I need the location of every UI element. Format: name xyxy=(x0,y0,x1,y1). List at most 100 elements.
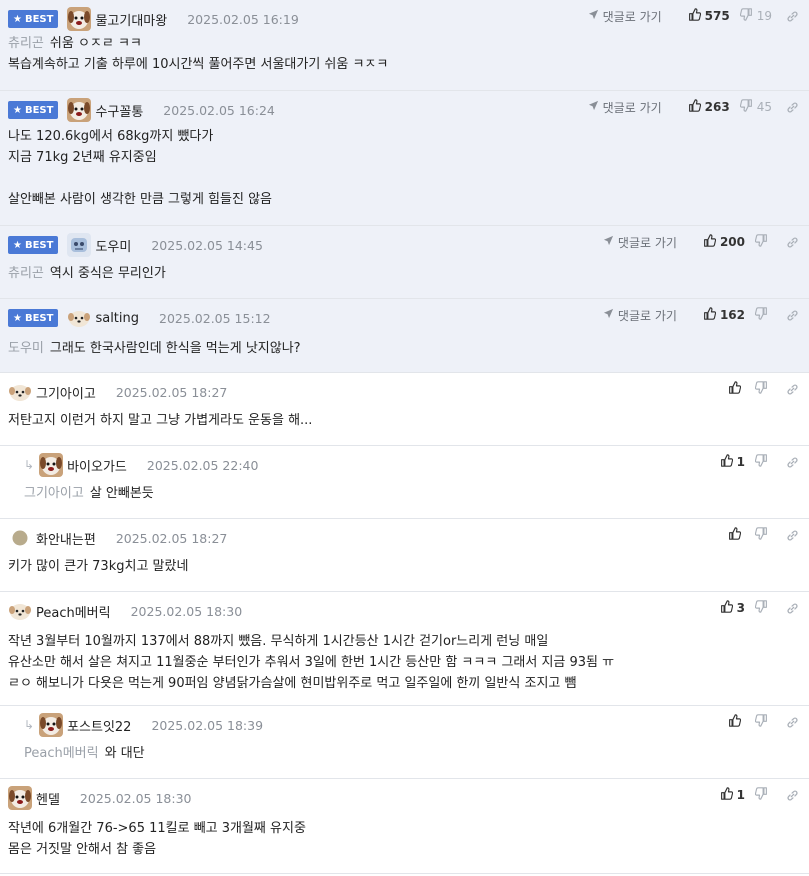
author-nickname[interactable]: 화안내는편 xyxy=(36,529,96,548)
comment-line: 몸은 거짓말 안해서 참 좋음 xyxy=(8,839,306,860)
comment-time: 2025.02.05 16:19 xyxy=(187,11,299,27)
downvote-button[interactable]: 19 xyxy=(739,8,772,24)
comment-line: 도우미 그래도 한국사람인데 한식을 먹는게 낫지않나? xyxy=(8,338,301,359)
reply-arrow-icon: ↳ xyxy=(24,458,35,472)
comment-text: 작년 3월부터 10월까지 137에서 88까지 뺐음. 무식하게 1시간등산 … xyxy=(8,634,549,649)
avatar[interactable] xyxy=(67,7,92,31)
comment-header: ★ BEST 도우미 2025.02.05 14:45 xyxy=(8,233,263,257)
thumbs-down-icon xyxy=(754,787,772,803)
comment-body: 나도 120.6kg에서 68kg까지 뺐다가 지금 71kg 2년째 유지중임 살… xyxy=(8,126,272,210)
upvote-button[interactable]: 3 xyxy=(720,600,745,616)
go-to-reply-label: 댓글로 가기 xyxy=(617,308,677,323)
author-nickname[interactable]: 물고기대마왕 xyxy=(95,10,167,29)
downvote-button[interactable] xyxy=(754,527,772,543)
link-icon[interactable] xyxy=(786,383,799,396)
link-icon[interactable] xyxy=(786,10,799,23)
comment-actions: 댓글로 가기 575 19 xyxy=(588,7,799,25)
thumbs-up-icon xyxy=(720,600,737,616)
author-nickname[interactable]: 포스트잇22 xyxy=(67,716,131,735)
upvote-button[interactable]: 200 xyxy=(703,234,745,250)
mention-nickname[interactable]: 그기아이고 xyxy=(24,486,84,501)
best-comment: ★ BEST 물고기대마왕 2025.02.05 16:19 댓글로 가기 575 19 츄리… xyxy=(0,0,809,91)
comment-time: 2025.02.05 14:45 xyxy=(151,237,263,253)
upvote-button[interactable]: 1 xyxy=(720,454,745,470)
comment-header: ★ BEST salting 2025.02.05 15:12 xyxy=(8,306,271,330)
link-icon[interactable] xyxy=(786,309,799,322)
author-nickname[interactable]: 바이오가드 xyxy=(67,456,127,475)
comment-line: ㄹㅇ 해보니가 다욧은 먹는게 90퍼임 양념닭가슴살에 현미밥위주로 먹고 일… xyxy=(8,673,614,694)
thumbs-down-icon xyxy=(754,234,772,250)
star-icon: ★ xyxy=(13,104,22,116)
upvote-button[interactable]: 263 xyxy=(688,99,730,115)
downvote-button[interactable] xyxy=(754,307,772,323)
author-nickname[interactable]: 그기아이고 xyxy=(36,383,96,402)
comment-text: 역시 중식은 무리인가 xyxy=(49,266,166,281)
author-nickname[interactable]: salting xyxy=(95,311,139,326)
avatar[interactable] xyxy=(67,233,92,257)
avatar[interactable] xyxy=(8,786,32,810)
upvote-button[interactable] xyxy=(728,527,745,543)
comment-text: 몸은 거짓말 안해서 참 좋음 xyxy=(8,842,157,857)
link-icon[interactable] xyxy=(786,789,799,802)
comment-body: 츄리곤 쉬움 ㅇㅈㄹ ㅋㅋ 복습계속하고 기출 하루에 10시간씩 풀어주면 서울대… xyxy=(8,33,388,75)
downvote-button[interactable] xyxy=(754,714,772,730)
send-icon xyxy=(603,308,618,322)
reply-comment: ↳ 포스트잇22 2025.02.05 18:39 Peach메버릭 와 대단 xyxy=(0,706,809,779)
upvote-button[interactable]: 1 xyxy=(720,787,745,803)
best-label: BEST xyxy=(24,13,54,25)
comment-time: 2025.02.05 15:12 xyxy=(159,310,271,326)
comment: 그기아이고 2025.02.05 18:27 저탄고지 이런거 하지 말고 그냥 가… xyxy=(0,373,809,446)
upvote-button[interactable] xyxy=(728,381,745,397)
thumbs-up-icon xyxy=(688,99,705,115)
avatar[interactable] xyxy=(8,526,32,550)
avatar[interactable] xyxy=(8,599,32,623)
comment-time: 2025.02.05 18:30 xyxy=(130,603,243,619)
comment-header: 헨델 2025.02.05 18:30 xyxy=(8,786,192,810)
avatar[interactable] xyxy=(67,98,92,122)
best-label: BEST xyxy=(24,239,54,251)
downvote-button[interactable] xyxy=(754,381,772,397)
comment-header: 화안내는편 2025.02.05 18:27 xyxy=(8,526,227,550)
link-icon[interactable] xyxy=(786,101,799,114)
mention-nickname[interactable]: 도우미 xyxy=(8,341,44,356)
author-nickname[interactable]: 수구꼴통 xyxy=(95,101,143,120)
avatar[interactable] xyxy=(39,713,64,737)
reply-arrow-icon: ↳ xyxy=(24,718,35,732)
avatar[interactable] xyxy=(39,453,64,477)
comment-line: 작년에 6개월간 76->65 11킬로 빼고 3개월째 유지중 xyxy=(8,818,306,839)
author-nickname[interactable]: Peach메버릭 xyxy=(36,602,111,621)
downvote-button[interactable] xyxy=(754,787,772,803)
downvote-button[interactable] xyxy=(754,600,772,616)
comment-text: 쉬움 ㅇㅈㄹ ㅋㅋ xyxy=(49,36,142,51)
comment-time: 2025.02.05 18:27 xyxy=(115,384,228,400)
link-icon[interactable] xyxy=(786,456,799,469)
thumbs-up-icon xyxy=(720,787,737,803)
downvote-button[interactable] xyxy=(754,234,772,250)
link-icon[interactable] xyxy=(786,529,799,542)
downvote-button[interactable] xyxy=(754,454,772,470)
upvote-button[interactable]: 162 xyxy=(703,307,745,323)
author-nickname[interactable]: 헨델 xyxy=(36,789,60,808)
link-icon[interactable] xyxy=(786,236,799,249)
comment-body: 작년에 6개월간 76->65 11킬로 빼고 3개월째 유지중몸은 거짓말 안… xyxy=(8,818,306,860)
avatar[interactable] xyxy=(67,306,91,330)
comment-body: 도우미 그래도 한국사람인데 한식을 먹는게 낫지않나? xyxy=(8,338,301,359)
thumbs-up-icon xyxy=(728,381,745,397)
link-icon[interactable] xyxy=(786,602,799,615)
upvote-button[interactable] xyxy=(728,714,745,730)
go-to-reply-link[interactable]: 댓글로 가기 xyxy=(588,8,662,25)
go-to-reply-link[interactable]: 댓글로 가기 xyxy=(603,234,677,251)
author-nickname[interactable]: 도우미 xyxy=(95,236,131,255)
upvote-count: 575 xyxy=(704,9,730,23)
mention-nickname[interactable]: Peach메버릭 xyxy=(24,746,99,761)
go-to-reply-link[interactable]: 댓글로 가기 xyxy=(588,99,662,116)
mention-nickname[interactable]: 츄리곤 xyxy=(8,36,44,51)
comment-body: 작년 3월부터 10월까지 137에서 88까지 뺐음. 무식하게 1시간등산 … xyxy=(8,631,614,694)
reply-comment: ↳ 바이오가드 2025.02.05 22:40 1 그기아이고 살 안빼본듯 xyxy=(0,446,809,519)
go-to-reply-link[interactable]: 댓글로 가기 xyxy=(603,307,677,324)
downvote-button[interactable]: 45 xyxy=(739,99,772,115)
link-icon[interactable] xyxy=(786,716,799,729)
upvote-button[interactable]: 575 xyxy=(688,8,730,24)
avatar[interactable] xyxy=(8,380,32,404)
mention-nickname[interactable]: 츄리곤 xyxy=(8,266,44,281)
